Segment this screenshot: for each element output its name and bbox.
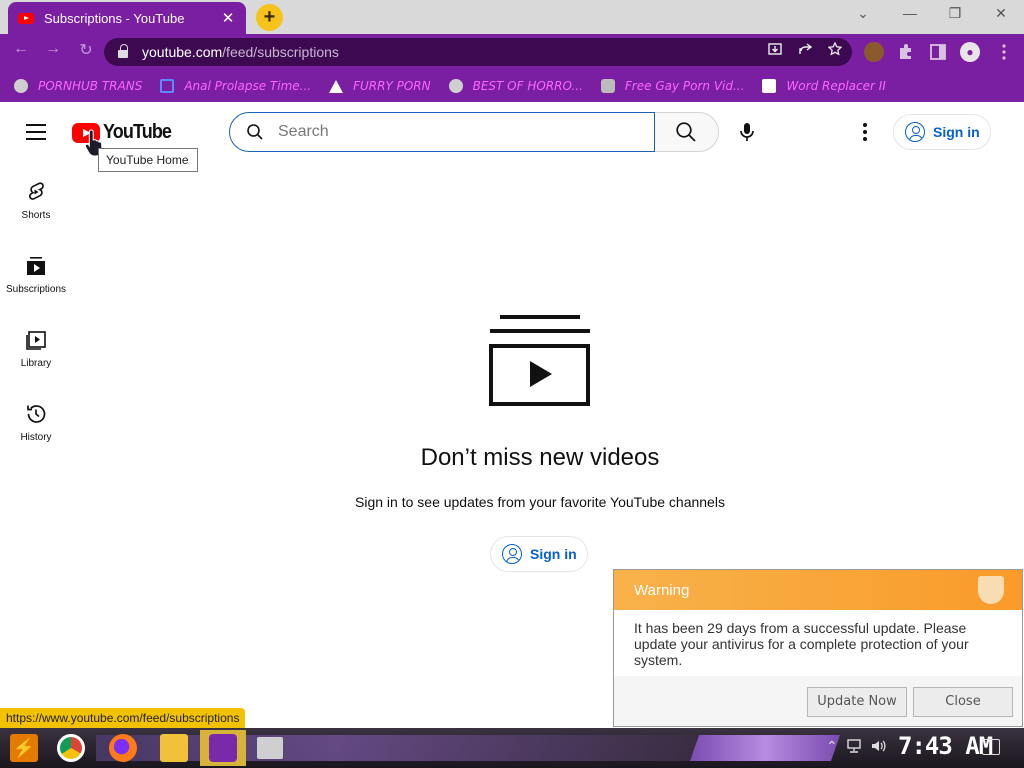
sign-in-label: Sign in [933, 124, 980, 140]
warning-buttons: Update Now Close [614, 676, 1022, 726]
account-icon [905, 122, 925, 142]
guide-item-history[interactable]: History [0, 392, 72, 466]
close-button[interactable]: Close [913, 687, 1013, 717]
globe-icon [448, 79, 463, 93]
volume-icon[interactable] [870, 738, 888, 754]
tab-subscriptions[interactable]: Subscriptions - YouTube ✕ [8, 2, 246, 34]
app-taskbar-icon[interactable] [257, 737, 283, 759]
a-logo-icon [329, 79, 344, 93]
file-explorer-taskbar-icon[interactable] [160, 734, 188, 762]
hamburger-menu-icon[interactable] [26, 124, 46, 140]
taskbar: ⚡ ⌃ 7:43 AM [0, 728, 1024, 768]
bookmark-item[interactable]: BEST OF HORRO... [448, 79, 583, 93]
forward-button[interactable]: → [42, 40, 64, 58]
tab-close-icon[interactable]: ✕ [220, 9, 236, 27]
chrome-taskbar-icon[interactable] [57, 734, 85, 762]
empty-subtitle: Sign in to see updates from your favorit… [355, 494, 725, 510]
shield-icon [978, 576, 1004, 604]
chrome-menu-icon[interactable] [994, 42, 1014, 62]
sign-in-button[interactable]: Sign in [893, 114, 991, 150]
bookmark-item[interactable]: FURRY PORN [329, 79, 431, 93]
settings-kebab-icon[interactable] [862, 123, 868, 141]
antivirus-taskbar-icon[interactable] [209, 734, 237, 762]
browser-tabstrip: Subscriptions - YouTube ✕ + ⌄ — ❐ ✕ [0, 0, 1024, 34]
screen: Subscriptions - YouTube ✕ + ⌄ — ❐ ✕ ← → … [0, 0, 1024, 768]
reload-button[interactable]: ↻ [75, 40, 97, 60]
warning-title: Warning [634, 582, 690, 599]
logo-tooltip: YouTube Home [98, 148, 198, 172]
subscriptions-icon [27, 257, 45, 275]
url-path: /feed/subscriptions [222, 44, 339, 60]
tab-title: Subscriptions - YouTube [44, 10, 185, 26]
back-button[interactable]: ← [10, 40, 32, 58]
bookmark-item[interactable]: Word Replacer II [762, 79, 886, 93]
new-tab-button[interactable]: + [256, 4, 283, 31]
bookmark-item[interactable]: Free Gay Porn Vid... [600, 79, 744, 93]
link-status-bubble: https://www.youtube.com/feed/subscriptio… [0, 708, 246, 728]
guide-item-shorts[interactable]: Shorts [0, 170, 72, 244]
bookmark-item[interactable]: PORNHUB TRANS [14, 79, 142, 93]
taskbar-decoration [690, 735, 840, 761]
lock-icon[interactable] [118, 44, 128, 58]
show-hidden-icons-icon[interactable]: ⌃ [826, 738, 838, 755]
search-icon [676, 122, 696, 142]
url-host: youtube.com [142, 44, 223, 60]
tab-search-icon[interactable]: ⌄ [853, 5, 873, 22]
guide-item-library[interactable]: Library [0, 318, 72, 392]
search-input[interactable] [278, 123, 638, 141]
hand-icon [600, 79, 615, 93]
taskbar-clock[interactable]: 7:43 AM [898, 732, 993, 760]
wr-icon [762, 79, 777, 93]
browser-toolbar: ← → ↻ youtube.com/feed/subscriptions ● [0, 34, 1024, 70]
search-icon [247, 124, 263, 140]
history-icon [27, 405, 46, 423]
notification-center-icon[interactable] [982, 739, 1000, 755]
empty-title: Don’t miss new videos [420, 444, 660, 471]
update-now-button[interactable]: Update Now [807, 687, 907, 717]
antivirus-warning-dialog: Warning It has been 29 days from a succe… [613, 569, 1023, 727]
search-button[interactable] [655, 112, 719, 152]
network-icon[interactable] [846, 738, 864, 754]
empty-sign-in-button[interactable]: Sign in [490, 536, 588, 572]
close-window-button[interactable]: ✕ [991, 5, 1011, 22]
bookmarks-bar: PORNHUB TRANS Anal Prolapse Time... FURR… [0, 70, 1024, 102]
guide-item-subscriptions[interactable]: Subscriptions [0, 244, 72, 318]
youtube-favicon-icon [18, 12, 34, 24]
minimize-button[interactable]: — [900, 5, 920, 21]
youtube-logo-text: YouTube [103, 121, 172, 143]
side-panel-icon[interactable] [928, 42, 948, 62]
share-icon[interactable] [798, 42, 812, 56]
microphone-icon[interactable] [736, 121, 758, 143]
restore-button[interactable]: ❐ [945, 5, 965, 22]
account-icon [502, 544, 522, 564]
extensions-puzzle-icon[interactable] [896, 42, 916, 62]
warning-message: It has been 29 days from a successful up… [614, 610, 1022, 676]
globe-icon [14, 79, 28, 93]
address-bar[interactable]: youtube.com/feed/subscriptions [104, 38, 852, 66]
extension-avatar-icon[interactable] [864, 42, 884, 62]
star-icon[interactable] [828, 42, 842, 56]
bookmark-item[interactable]: Anal Prolapse Time... [160, 79, 311, 93]
firefox-taskbar-icon[interactable] [109, 734, 137, 762]
bracket-icon [160, 79, 175, 93]
library-icon [26, 331, 46, 350]
warning-header: Warning [614, 570, 1022, 610]
sign-in-label: Sign in [530, 546, 577, 562]
start-button-icon[interactable]: ⚡ [10, 734, 38, 762]
shorts-icon [29, 182, 44, 200]
install-icon[interactable] [768, 42, 782, 56]
search-box[interactable] [229, 112, 655, 152]
empty-state: Don’t miss new videos Sign in to see upd… [340, 312, 740, 510]
profile-avatar-icon[interactable]: ● [960, 42, 980, 62]
subscriptions-illustration-icon [489, 315, 590, 406]
